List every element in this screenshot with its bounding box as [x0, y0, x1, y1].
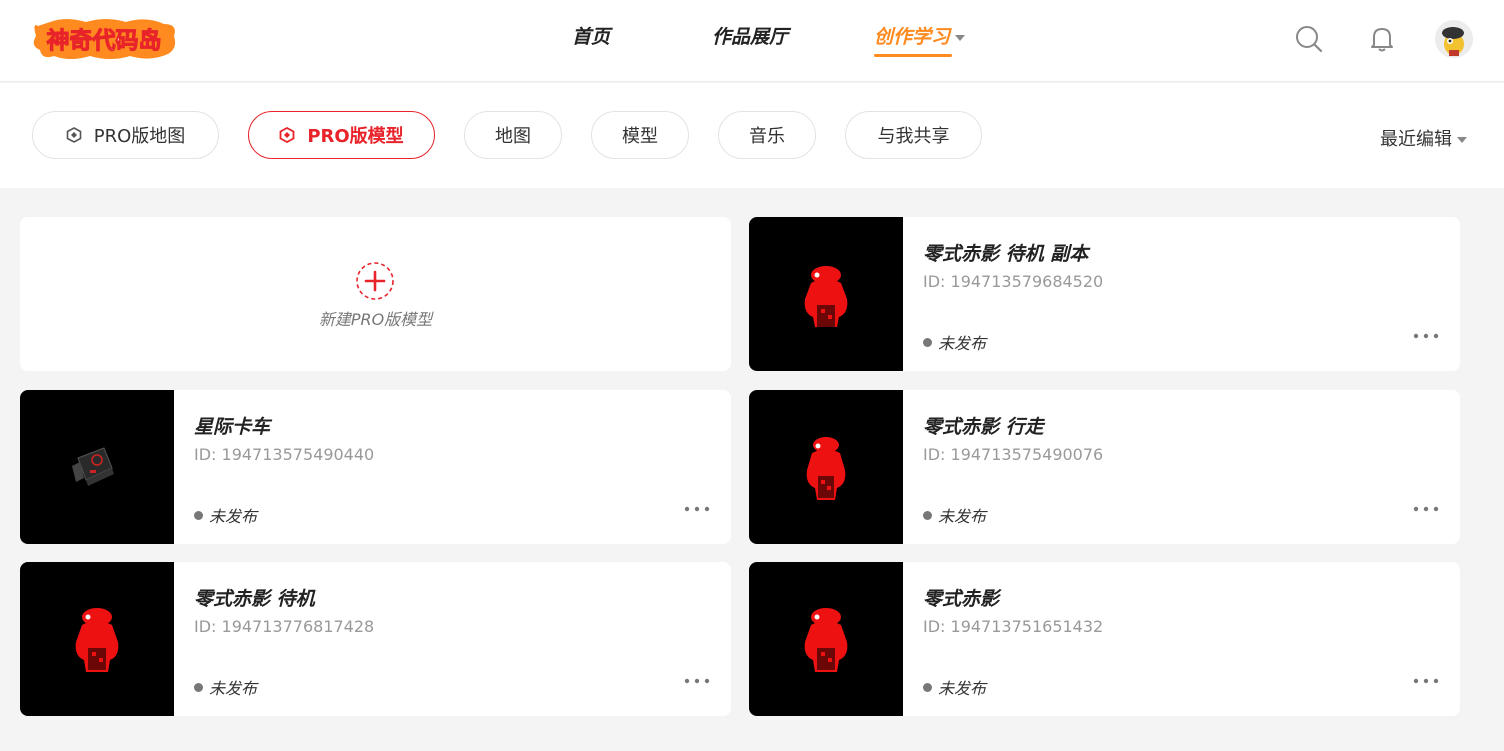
nav-home[interactable]: 首页 [572, 22, 610, 49]
status-dot [194, 510, 203, 520]
nav-create-learn-label: 创作学习 [874, 26, 951, 48]
filter-shared-with-me[interactable]: 与我共享 [845, 111, 982, 159]
more-options-icon[interactable] [1411, 498, 1441, 520]
more-options-icon[interactable] [1411, 670, 1441, 692]
top-navigation-bar: 神奇代码岛 首页 作品展厅 创作学习 [0, 0, 1504, 82]
chevron-down-icon [1457, 137, 1467, 143]
model-title: 零式赤影 待机 副本 [923, 243, 1089, 265]
model-thumbnail [749, 562, 903, 716]
sort-label: 最近编辑 [1380, 129, 1452, 150]
filter-pro-model[interactable]: PRO版模型 [248, 111, 435, 159]
filter-music-label: 音乐 [749, 126, 785, 147]
filter-map[interactable]: 地图 [464, 111, 562, 159]
status-text: 未发布 [938, 679, 987, 698]
model-card[interactable]: 零式赤影 ID: 194713751651432 未发布 [749, 562, 1460, 716]
model-title: 零式赤影 行走 [923, 416, 1044, 438]
model-id: ID: 194713751651432 [923, 617, 1104, 636]
status-badge: 未发布 [194, 675, 257, 699]
model-card[interactable]: 零式赤影 行走 ID: 194713575490076 未发布 [749, 390, 1460, 544]
model-thumbnail [20, 390, 174, 544]
filter-pro-model-label: PRO版模型 [307, 126, 404, 147]
filter-bar: PRO版地图 PRO版模型 地图 模型 音乐 与我共享 最近编辑 [0, 83, 1504, 188]
filter-model-label: 模型 [622, 126, 658, 147]
nav-gallery[interactable]: 作品展厅 [712, 22, 788, 49]
sort-dropdown[interactable]: 最近编辑 [1380, 125, 1467, 151]
status-badge: 未发布 [923, 503, 986, 527]
status-text: 未发布 [209, 507, 258, 526]
search-icon[interactable] [1294, 24, 1324, 54]
status-dot [194, 682, 203, 692]
pro-hexagon-icon [66, 127, 82, 143]
status-dot [923, 510, 932, 520]
filter-model[interactable]: 模型 [591, 111, 689, 159]
new-pro-model-label: 新建PRO版模型 [318, 310, 433, 329]
status-dot [923, 337, 932, 347]
more-options-icon[interactable] [682, 498, 712, 520]
model-card[interactable]: 星际卡车 ID: 194713575490440 未发布 [20, 390, 731, 544]
status-text: 未发布 [938, 334, 987, 353]
pro-hexagon-icon [279, 127, 295, 143]
model-id: ID: 194713575490076 [923, 445, 1104, 464]
status-text: 未发布 [209, 679, 258, 698]
more-options-icon[interactable] [1411, 325, 1441, 347]
model-id: ID: 194713575490440 [194, 445, 375, 464]
status-badge: 未发布 [923, 675, 986, 699]
avatar[interactable] [1435, 20, 1473, 58]
nav-create-learn[interactable]: 创作学习 [874, 22, 966, 57]
filter-pro-map[interactable]: PRO版地图 [32, 111, 219, 159]
status-text: 未发布 [938, 507, 987, 526]
new-pro-model-card[interactable]: 新建PRO版模型 [20, 217, 731, 371]
model-id: ID: 194713776817428 [194, 617, 375, 636]
status-dot [923, 682, 932, 692]
filter-shared-label: 与我共享 [877, 126, 950, 147]
model-thumbnail [20, 562, 174, 716]
status-badge: 未发布 [923, 330, 986, 354]
model-thumbnail [749, 390, 903, 544]
model-title: 零式赤影 待机 [194, 588, 315, 610]
status-badge: 未发布 [194, 503, 257, 527]
nav-active-underline [874, 54, 952, 57]
site-logo[interactable]: 神奇代码岛 [30, 14, 178, 64]
model-card[interactable]: 零式赤影 待机 ID: 194713776817428 未发布 [20, 562, 731, 716]
filter-pro-map-label: PRO版地图 [93, 126, 186, 147]
chevron-down-icon [955, 34, 966, 41]
logo-text: 神奇代码岛 [47, 27, 162, 54]
model-thumbnail [749, 217, 903, 371]
bell-icon[interactable] [1367, 24, 1397, 54]
filter-map-label: 地图 [495, 126, 531, 147]
model-id: ID: 194713579684520 [923, 272, 1104, 291]
model-title: 星际卡车 [194, 416, 271, 438]
model-card[interactable]: 零式赤影 待机 副本 ID: 194713579684520 未发布 [749, 217, 1460, 371]
model-title: 零式赤影 [923, 588, 1000, 610]
add-circle-icon [356, 262, 394, 300]
more-options-icon[interactable] [682, 670, 712, 692]
filter-music[interactable]: 音乐 [718, 111, 816, 159]
